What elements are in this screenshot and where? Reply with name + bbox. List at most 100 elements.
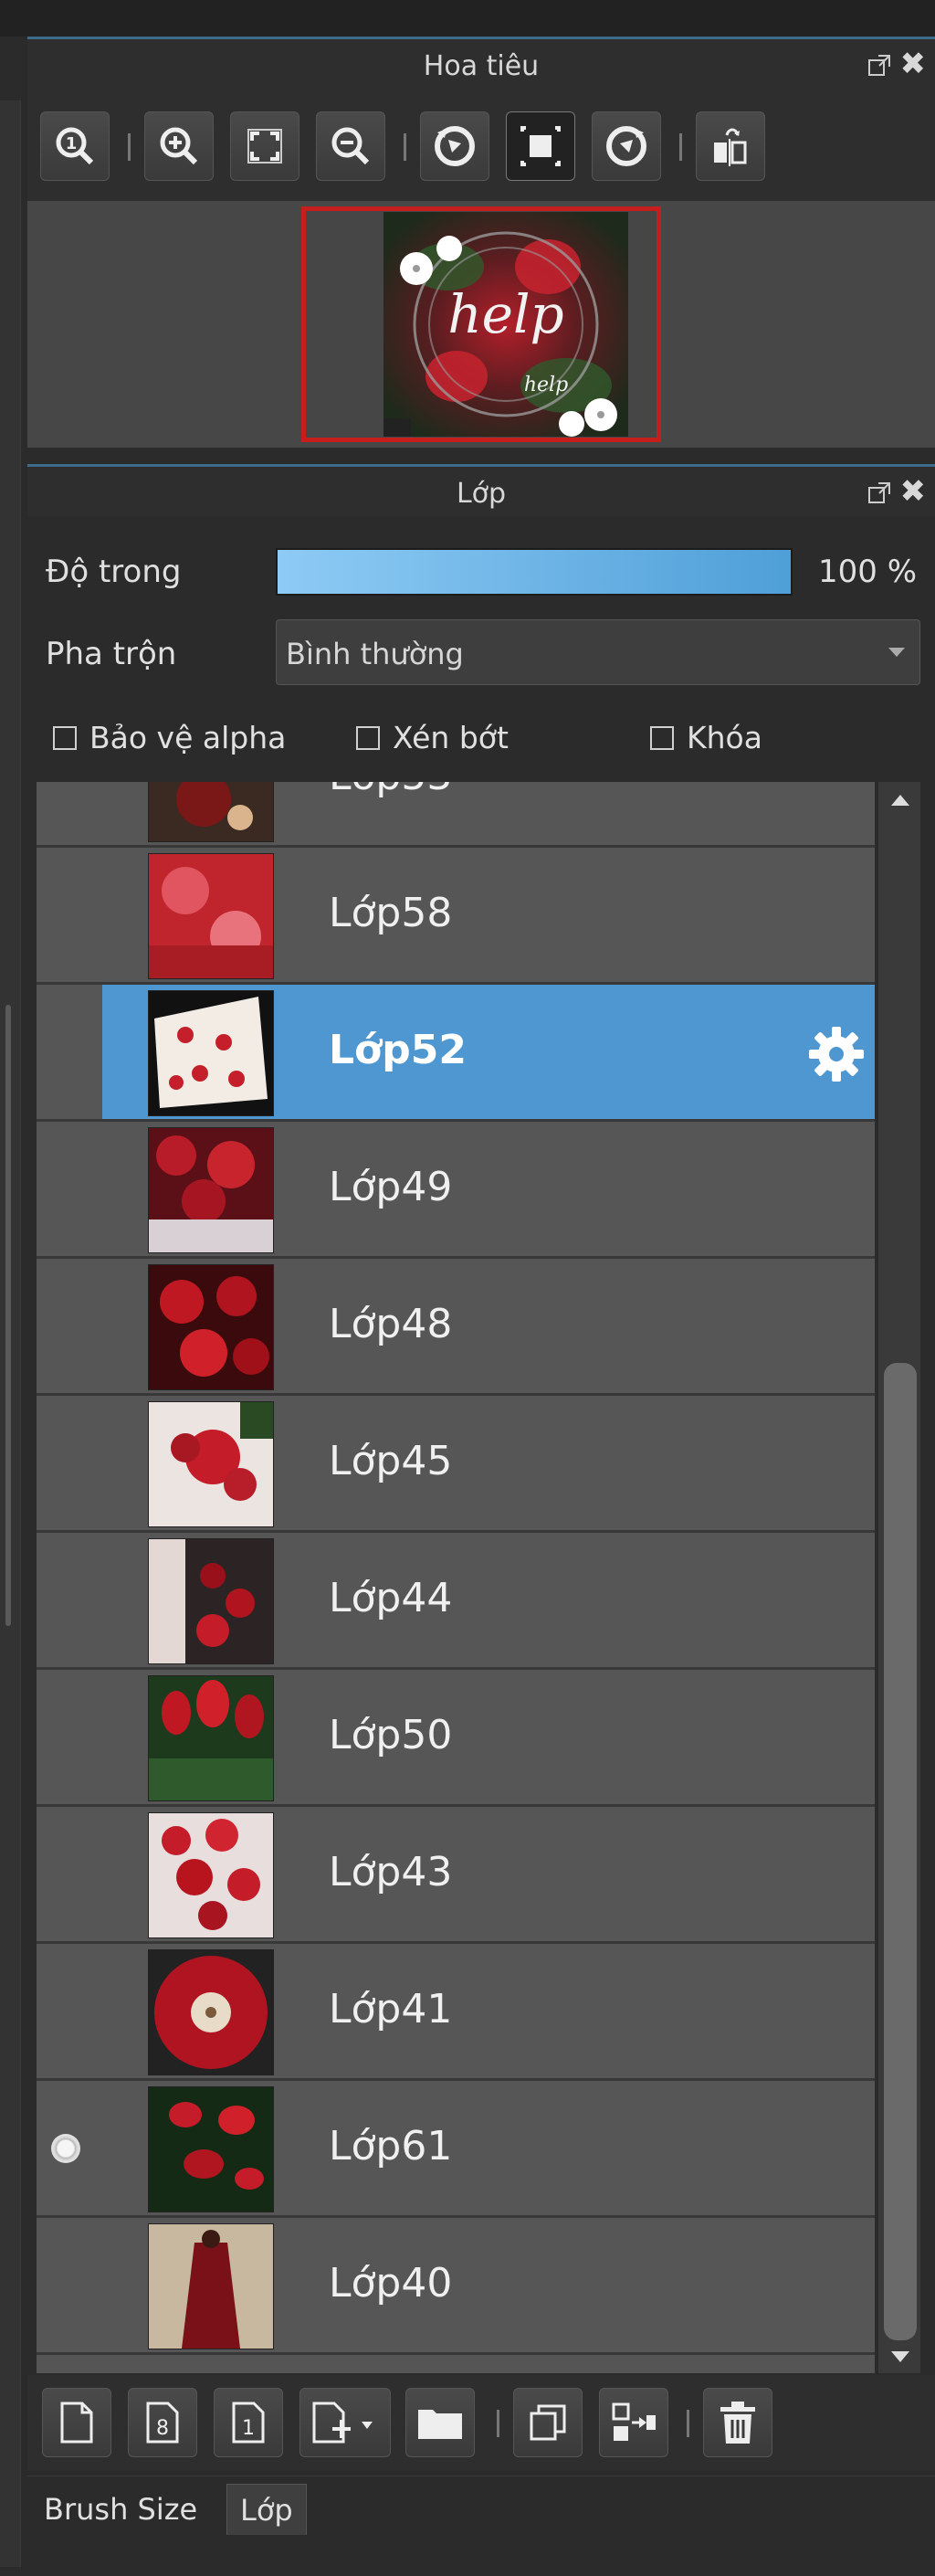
new-1bit-layer-icon: 1 (232, 2402, 265, 2444)
blend-mode-select[interactable]: Bình thường (276, 619, 920, 685)
trash-icon (720, 2402, 755, 2444)
scroll-up-icon[interactable] (891, 795, 909, 806)
layer-thumbnail (148, 2223, 274, 2349)
zoom-actual-button[interactable]: 1 (40, 111, 110, 181)
float-panel-icon[interactable] (867, 54, 891, 78)
top-strip (0, 0, 935, 37)
merge-down-button[interactable] (599, 2388, 668, 2457)
layer-thumbnail (148, 782, 274, 842)
layer-thumbnail (148, 853, 274, 979)
svg-text:1: 1 (66, 134, 78, 153)
navigator-title: Hoa tiêu (423, 50, 540, 82)
panel-tab-bar: Brush Size Lớp (27, 2476, 935, 2540)
new-layer-button[interactable] (42, 2388, 111, 2457)
new-1bit-layer-button[interactable]: 1 (214, 2388, 283, 2457)
scroll-thumb[interactable] (884, 1363, 917, 2340)
new-8bit-layer-button[interactable]: 8 (128, 2388, 197, 2457)
lock-checkbox[interactable]: Khóa (650, 720, 762, 755)
layer-thumbnail (148, 2086, 274, 2212)
layer-name: Lớp43 (329, 1849, 453, 1895)
close-icon[interactable]: ✖ (900, 476, 927, 507)
checkbox-box[interactable] (650, 725, 674, 750)
toolbar-separator (679, 133, 682, 161)
close-icon[interactable]: ✖ (900, 48, 927, 79)
scroll-down-icon[interactable] (891, 2351, 909, 2362)
add-layer-menu-icon (312, 2402, 373, 2444)
rotate-right-button[interactable] (592, 111, 661, 181)
rotate-left-button[interactable] (420, 111, 489, 181)
layer-name: Lớp53 (329, 782, 452, 799)
opacity-slider[interactable] (276, 548, 793, 596)
gear-icon[interactable] (807, 1025, 866, 1083)
layer-list-scrollbar[interactable] (878, 782, 920, 2373)
navigator-canvas-thumbnail: help help (383, 212, 628, 437)
layer-name: Lớp52 (329, 1027, 467, 1073)
clipping-checkbox[interactable]: Xén bớt (356, 720, 509, 755)
layer-row-lop50[interactable]: Lớp50 (37, 1670, 875, 1807)
layer-thumbnail (148, 990, 274, 1116)
zoom-out-button[interactable] (316, 111, 385, 181)
opacity-value: 100 % (818, 554, 918, 590)
layer-row-lop44[interactable]: Lớp44 (37, 1533, 875, 1670)
left-dock-scrollbar[interactable] (5, 1005, 11, 1626)
layer-row-lop45[interactable]: Lớp45 (37, 1396, 875, 1533)
layer-name: Lớp44 (329, 1575, 453, 1621)
layer-thumbnail (148, 1264, 274, 1390)
layer-thumbnail (148, 1127, 274, 1253)
rotate-right-icon (606, 126, 646, 166)
chevron-down-icon (888, 648, 905, 657)
duplicate-layer-button[interactable] (513, 2388, 583, 2457)
fit-view-button[interactable] (230, 111, 299, 181)
flip-horizontal-button[interactable] (696, 111, 765, 181)
reset-view-button[interactable] (506, 111, 575, 181)
layer-panel-header: Lớp ✖ (27, 464, 935, 517)
toolbar-separator (497, 2410, 499, 2437)
layer-name: Lớp48 (329, 1301, 453, 1347)
layer-row-lop48[interactable]: Lớp48 (37, 1259, 875, 1396)
protect-alpha-checkbox[interactable]: Bảo vệ alpha (53, 720, 286, 755)
layer-row-lop52[interactable]: Lớp52 (37, 985, 875, 1122)
layer-row-lop58[interactable]: Lớp58 (37, 848, 875, 985)
navigator-preview[interactable]: help help (27, 201, 935, 448)
fit-view-icon (247, 129, 282, 164)
tab-layer[interactable]: Lớp (226, 2484, 307, 2535)
duplicate-layer-icon (530, 2404, 566, 2441)
merge-down-icon (612, 2402, 656, 2441)
layer-thumbnail (148, 1812, 274, 1938)
layer-row-lop49[interactable]: Lớp49 (37, 1122, 875, 1259)
layer-name: Lớp61 (329, 2123, 453, 2170)
layer-row-lop53[interactable]: Lớp53 (37, 782, 875, 848)
layer-row-lop41[interactable]: Lớp41 (37, 1944, 875, 2081)
new-8bit-layer-icon: 8 (146, 2402, 179, 2444)
left-dock-edge (0, 37, 26, 2567)
tab-brush-size[interactable]: Brush Size (31, 2484, 210, 2535)
new-folder-button[interactable] (405, 2388, 475, 2457)
lock-label: Khóa (687, 720, 762, 755)
zoom-in-button[interactable] (144, 111, 214, 181)
layer-list: Lớp53 Lớp58 Lớp52 Lớp49 (37, 782, 875, 2373)
layer-thumbnail (148, 1401, 274, 1527)
visibility-dot-icon[interactable] (51, 2134, 80, 2163)
zoom-actual-icon: 1 (56, 127, 94, 165)
blend-mode-label: Pha trộn (46, 636, 177, 672)
layer-toolbar: 8 1 (27, 2375, 935, 2470)
checkbox-box[interactable] (53, 725, 77, 750)
svg-text:1: 1 (242, 2417, 255, 2440)
float-panel-icon[interactable] (867, 481, 891, 505)
layer-name: Lớp41 (329, 1986, 453, 2032)
add-layer-menu-button[interactable] (299, 2388, 391, 2457)
layer-row-lop61[interactable]: Lớp61 (37, 2081, 875, 2218)
layer-name: Lớp49 (329, 1164, 453, 1210)
checkbox-box[interactable] (356, 725, 380, 750)
toolbar-separator (128, 133, 131, 161)
layer-thumbnail (148, 1538, 274, 1664)
protect-alpha-label: Bảo vệ alpha (89, 720, 287, 755)
reset-view-icon (520, 126, 561, 166)
layer-row-lop40[interactable]: Lớp40 (37, 2218, 875, 2355)
layer-name: Lớp45 (329, 1438, 453, 1484)
delete-layer-button[interactable] (703, 2388, 772, 2457)
layer-name: Lớp40 (329, 2260, 453, 2307)
folder-icon (418, 2410, 462, 2439)
navigator-header: Hoa tiêu ✖ (27, 37, 935, 90)
layer-row-lop43[interactable]: Lớp43 (37, 1807, 875, 1944)
